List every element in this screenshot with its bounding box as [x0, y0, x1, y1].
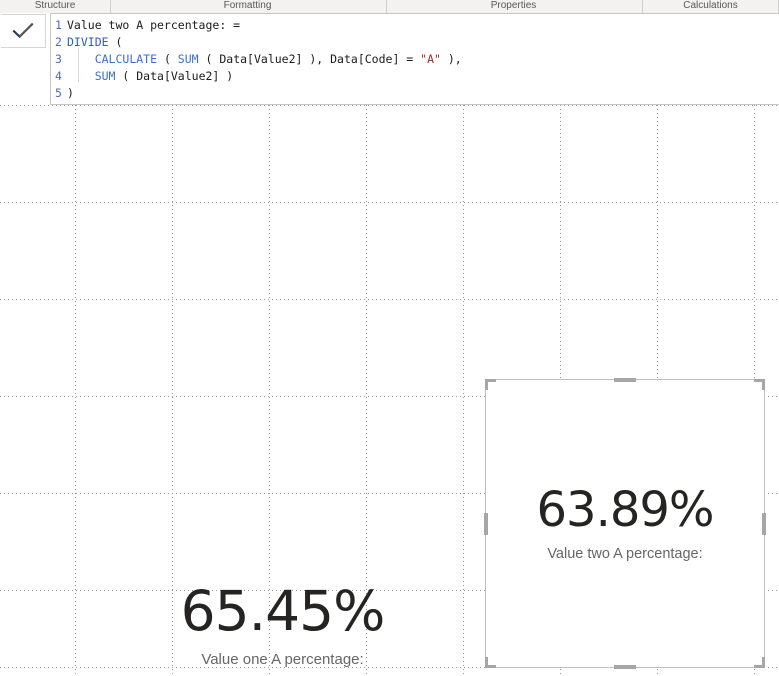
resize-handle-bottom[interactable]: [614, 665, 636, 669]
card-value: 65.45%: [180, 578, 386, 643]
ribbon-separator: [642, 0, 643, 13]
commit-formula-button[interactable]: [1, 14, 46, 48]
token-plain: ( Data[Value2] ), Data[Code] =: [198, 52, 421, 66]
line-number: 4: [55, 69, 62, 83]
ribbon-group-list: Structure Formatting Properties Calculation…: [0, 0, 779, 13]
formula-code-lines: 1 Value two A percentage: = 2 DIVIDE (3 CAL…: [51, 17, 779, 102]
formula-line: 5): [51, 85, 779, 102]
resize-handle-bottom-left[interactable]: [485, 657, 496, 668]
token-kw: DIVIDE: [67, 35, 109, 49]
card-value: 63.89%: [536, 481, 714, 538]
token-str: "A": [420, 52, 441, 66]
formula-line: 3 CALCULATE ( SUM ( Data[Value2] ), Data…: [51, 51, 779, 68]
formula-line: 4 SUM ( Data[Value2] ): [51, 68, 779, 85]
token-plain: ),: [440, 52, 462, 66]
ribbon-group-calculations: Calculations: [683, 0, 738, 11]
line-content: Value two A percentage: =: [67, 18, 240, 32]
token-plain: ): [67, 86, 74, 100]
gridline-vertical: [75, 105, 76, 676]
line-content: ): [67, 86, 74, 100]
line-number: 2: [55, 35, 62, 49]
ribbon-separator: [386, 0, 387, 13]
token-plain: (: [157, 52, 178, 66]
formula-line: 2 DIVIDE (: [51, 34, 779, 51]
power-bi-report-editor: Structure Formatting Properties Calculation…: [0, 0, 779, 676]
gridline-horizontal: [0, 299, 779, 300]
selected-visual-frame[interactable]: 63.89% Value two A percentage:: [484, 378, 766, 669]
ribbon-strip: Structure Formatting Properties Calculation…: [0, 0, 779, 14]
dax-formula-bar: 1 Value two A percentage: = 2 DIVIDE (3 CAL…: [0, 13, 779, 105]
line-content: CALCULATE ( SUM ( Data[Value2] ), Data[C…: [67, 52, 462, 66]
line-content: DIVIDE (: [67, 35, 122, 49]
gridline-vertical: [463, 105, 464, 676]
card-label: Value one A percentage:: [201, 650, 364, 668]
formula-editor[interactable]: 1 Value two A percentage: = 2 DIVIDE (3 CAL…: [50, 13, 779, 105]
card-label: Value two A percentage:: [547, 545, 703, 562]
resize-handle-right[interactable]: [762, 512, 766, 535]
card-visual-value-one[interactable]: 65.45% Value one A percentage:: [165, 560, 400, 676]
ribbon-group-structure: Structure: [34, 0, 76, 11]
formula-line: 1 Value two A percentage: =: [51, 17, 779, 34]
report-canvas[interactable]: 65.45% Value one A percentage: ... 63.89…: [0, 105, 779, 676]
token-fn: CALCULATE: [94, 52, 158, 66]
ribbon-group-formatting: Formatting: [223, 0, 272, 11]
card-visual-value-two[interactable]: 63.89% Value two A percentage:: [486, 380, 764, 667]
resize-handle-left[interactable]: [484, 512, 488, 535]
resize-handle-top-right[interactable]: [754, 379, 765, 390]
line-number: 1: [55, 18, 62, 32]
token-fn: SUM: [177, 52, 199, 66]
resize-handle-bottom-right[interactable]: [754, 657, 765, 668]
ribbon-group-properties: Properties: [490, 0, 537, 11]
token-fn: SUM: [94, 69, 116, 83]
token-plain: ( Data[Value2] ): [115, 69, 234, 83]
gridline-horizontal: [0, 105, 779, 106]
ribbon-separator: [110, 0, 111, 13]
gridline-horizontal: [0, 202, 779, 203]
resize-handle-top[interactable]: [614, 378, 636, 382]
line-content: SUM ( Data[Value2] ): [67, 69, 233, 83]
checkmark-icon: [12, 22, 34, 39]
line-number: 5: [55, 86, 62, 100]
resize-handle-top-left[interactable]: [485, 379, 496, 390]
line-number: 3: [55, 52, 62, 66]
token-plain: (: [108, 35, 123, 49]
token-plain: Value two A percentage: =: [67, 18, 241, 32]
